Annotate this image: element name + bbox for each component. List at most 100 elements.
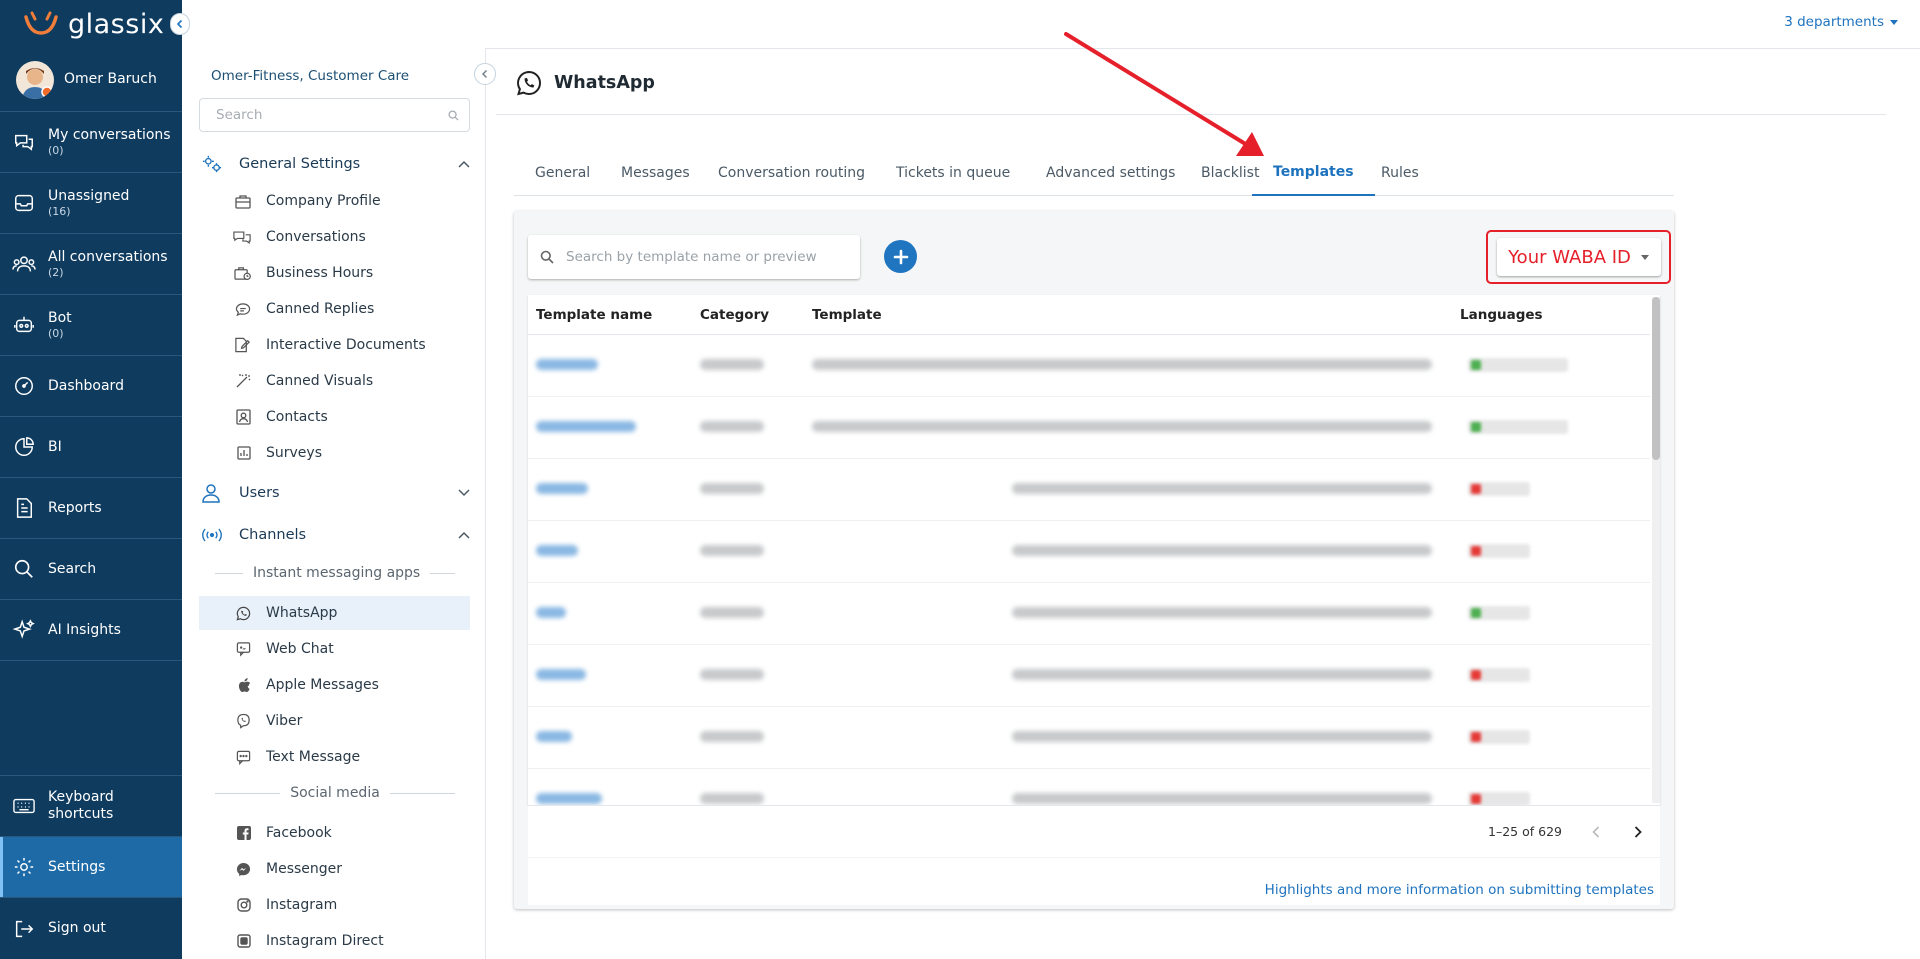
collapse-nav-button[interactable] — [170, 13, 190, 35]
nav-search[interactable]: Search — [0, 539, 182, 600]
table-row[interactable] — [528, 583, 1650, 645]
template-name-cell[interactable] — [536, 607, 566, 618]
inbox-icon — [15, 194, 33, 212]
scrollbar-thumb[interactable] — [1652, 297, 1660, 460]
sparkle-icon — [13, 619, 35, 639]
add-template-button[interactable] — [884, 240, 917, 273]
template-name-cell[interactable] — [536, 669, 586, 680]
sidebar-item-instagram-direct[interactable]: Instagram Direct — [199, 924, 470, 958]
table-row[interactable] — [528, 459, 1650, 521]
nav-sign-out[interactable]: Sign out — [0, 898, 182, 959]
sidebar-item-viber[interactable]: Viber — [199, 704, 470, 738]
next-page-button[interactable] — [1630, 825, 1646, 838]
sidebar-item-label: Instagram — [266, 897, 338, 913]
gear-icon — [14, 857, 34, 877]
table-row[interactable] — [528, 769, 1650, 805]
departments-dropdown[interactable]: 3 departments — [1784, 14, 1898, 30]
sidebar-search-input[interactable] — [216, 107, 416, 123]
tab-templates[interactable]: Templates — [1252, 150, 1375, 196]
nav-label: AI Insights — [48, 621, 121, 638]
nav-dashboard[interactable]: Dashboard — [0, 356, 182, 417]
template-name-cell[interactable] — [536, 421, 636, 432]
tab-tickets-in-queue[interactable]: Tickets in queue — [875, 150, 1031, 196]
sidebar-item-instagram[interactable]: Instagram — [199, 888, 470, 922]
caret-down-icon — [1890, 19, 1898, 25]
template-search-input[interactable] — [566, 249, 836, 265]
broadcast-icon — [202, 528, 222, 542]
waba-id-dropdown[interactable]: Your WABA ID — [1496, 238, 1661, 276]
sidebar-search[interactable] — [199, 98, 470, 132]
nav-count: (0) — [48, 326, 64, 340]
tab-advanced-settings[interactable]: Advanced settings — [1025, 150, 1196, 196]
sidebar-item-web-chat[interactable]: Web Chat — [199, 632, 470, 666]
section-users[interactable]: Users — [199, 477, 470, 509]
nav-all-conversations[interactable]: All conversations (2) — [0, 234, 182, 295]
tab-conversation-routing[interactable]: Conversation routing — [697, 150, 886, 196]
sidebar-item-business-hours[interactable]: Business Hours — [199, 256, 470, 290]
table-scrollbar[interactable] — [1652, 297, 1660, 803]
prev-page-button[interactable] — [1588, 825, 1604, 838]
nav-label: Search — [48, 560, 97, 577]
category-cell — [700, 607, 764, 618]
template-name-cell[interactable] — [536, 793, 602, 804]
sidebar-item-conversations[interactable]: Conversations — [199, 220, 470, 254]
column-category[interactable]: Category — [700, 307, 769, 323]
chevron-up-icon — [458, 531, 470, 539]
sidebar-item-whatsapp[interactable]: WhatsApp — [199, 596, 470, 630]
template-name-cell[interactable] — [536, 359, 598, 370]
table-row[interactable] — [528, 645, 1650, 707]
help-link-submitting-templates[interactable]: Highlights and more information on submi… — [528, 857, 1660, 905]
category-cell — [700, 359, 764, 370]
sidebar-item-label: Facebook — [266, 825, 332, 841]
sidebar-item-label: Canned Visuals — [266, 373, 374, 389]
nav-bot[interactable]: Bot (0) — [0, 295, 182, 356]
nav-bi[interactable]: BI — [0, 417, 182, 478]
sidebar-item-apple-messages[interactable]: Apple Messages — [199, 668, 470, 702]
tab-rules[interactable]: Rules — [1360, 150, 1440, 196]
tab-messages[interactable]: Messages — [600, 150, 711, 196]
column-languages[interactable]: Languages — [1460, 307, 1543, 323]
nav-my-conversations[interactable]: My conversations (0) — [0, 112, 182, 173]
sidebar-item-label: Text Message — [266, 749, 361, 765]
template-name-cell[interactable] — [536, 545, 578, 556]
table-row[interactable] — [528, 397, 1650, 459]
sms-icon — [236, 750, 251, 765]
collapse-sidebar-button[interactable] — [474, 63, 496, 85]
nav-keyboard-shortcuts[interactable]: Keyboard shortcuts — [0, 775, 182, 837]
template-search[interactable] — [528, 235, 860, 279]
sidebar-item-surveys[interactable]: Surveys — [199, 436, 470, 470]
sidebar-item-text-message[interactable]: Text Message — [199, 740, 470, 774]
table-row[interactable] — [528, 707, 1650, 769]
sidebar-item-canned-replies[interactable]: Canned Replies — [199, 292, 470, 326]
nav-unassigned[interactable]: Unassigned (16) — [0, 173, 182, 234]
page-title: WhatsApp — [554, 73, 655, 93]
nav-reports[interactable]: Reports — [0, 478, 182, 539]
sidebar-item-messenger[interactable]: Messenger — [199, 852, 470, 886]
column-template-name[interactable]: Template name — [536, 307, 652, 323]
sidebar-item-interactive-documents[interactable]: Interactive Documents — [199, 328, 470, 362]
table-row[interactable] — [528, 521, 1650, 583]
search-icon — [14, 559, 33, 578]
status-dot — [1471, 422, 1481, 432]
column-template[interactable]: Template — [812, 307, 882, 323]
section-general-settings[interactable]: General Settings — [199, 148, 470, 180]
sidebar-item-company-profile[interactable]: Company Profile — [199, 184, 470, 218]
language-badge — [1468, 482, 1530, 496]
template-name-cell[interactable] — [536, 483, 588, 494]
user-profile[interactable]: Omer Baruch — [0, 48, 182, 112]
template-name-cell[interactable] — [536, 731, 572, 742]
section-channels[interactable]: Channels — [199, 519, 470, 551]
messenger-icon — [236, 862, 251, 876]
language-badge — [1468, 420, 1568, 434]
sidebar-item-contacts[interactable]: Contacts — [199, 400, 470, 434]
nav-settings[interactable]: Settings — [0, 837, 182, 898]
sidebar-item-canned-visuals[interactable]: Canned Visuals — [199, 364, 470, 398]
sidebar-item-facebook[interactable]: Facebook — [199, 816, 470, 850]
chevron-left-icon — [176, 19, 183, 29]
nav-ai-insights[interactable]: AI Insights — [0, 600, 182, 661]
table-row[interactable] — [528, 335, 1650, 397]
tab-general[interactable]: General — [514, 150, 611, 196]
group-label: Social media — [290, 785, 380, 801]
table-header: Template name Category Template Language… — [528, 295, 1650, 335]
nav-label: Keyboard shortcuts — [48, 789, 114, 822]
